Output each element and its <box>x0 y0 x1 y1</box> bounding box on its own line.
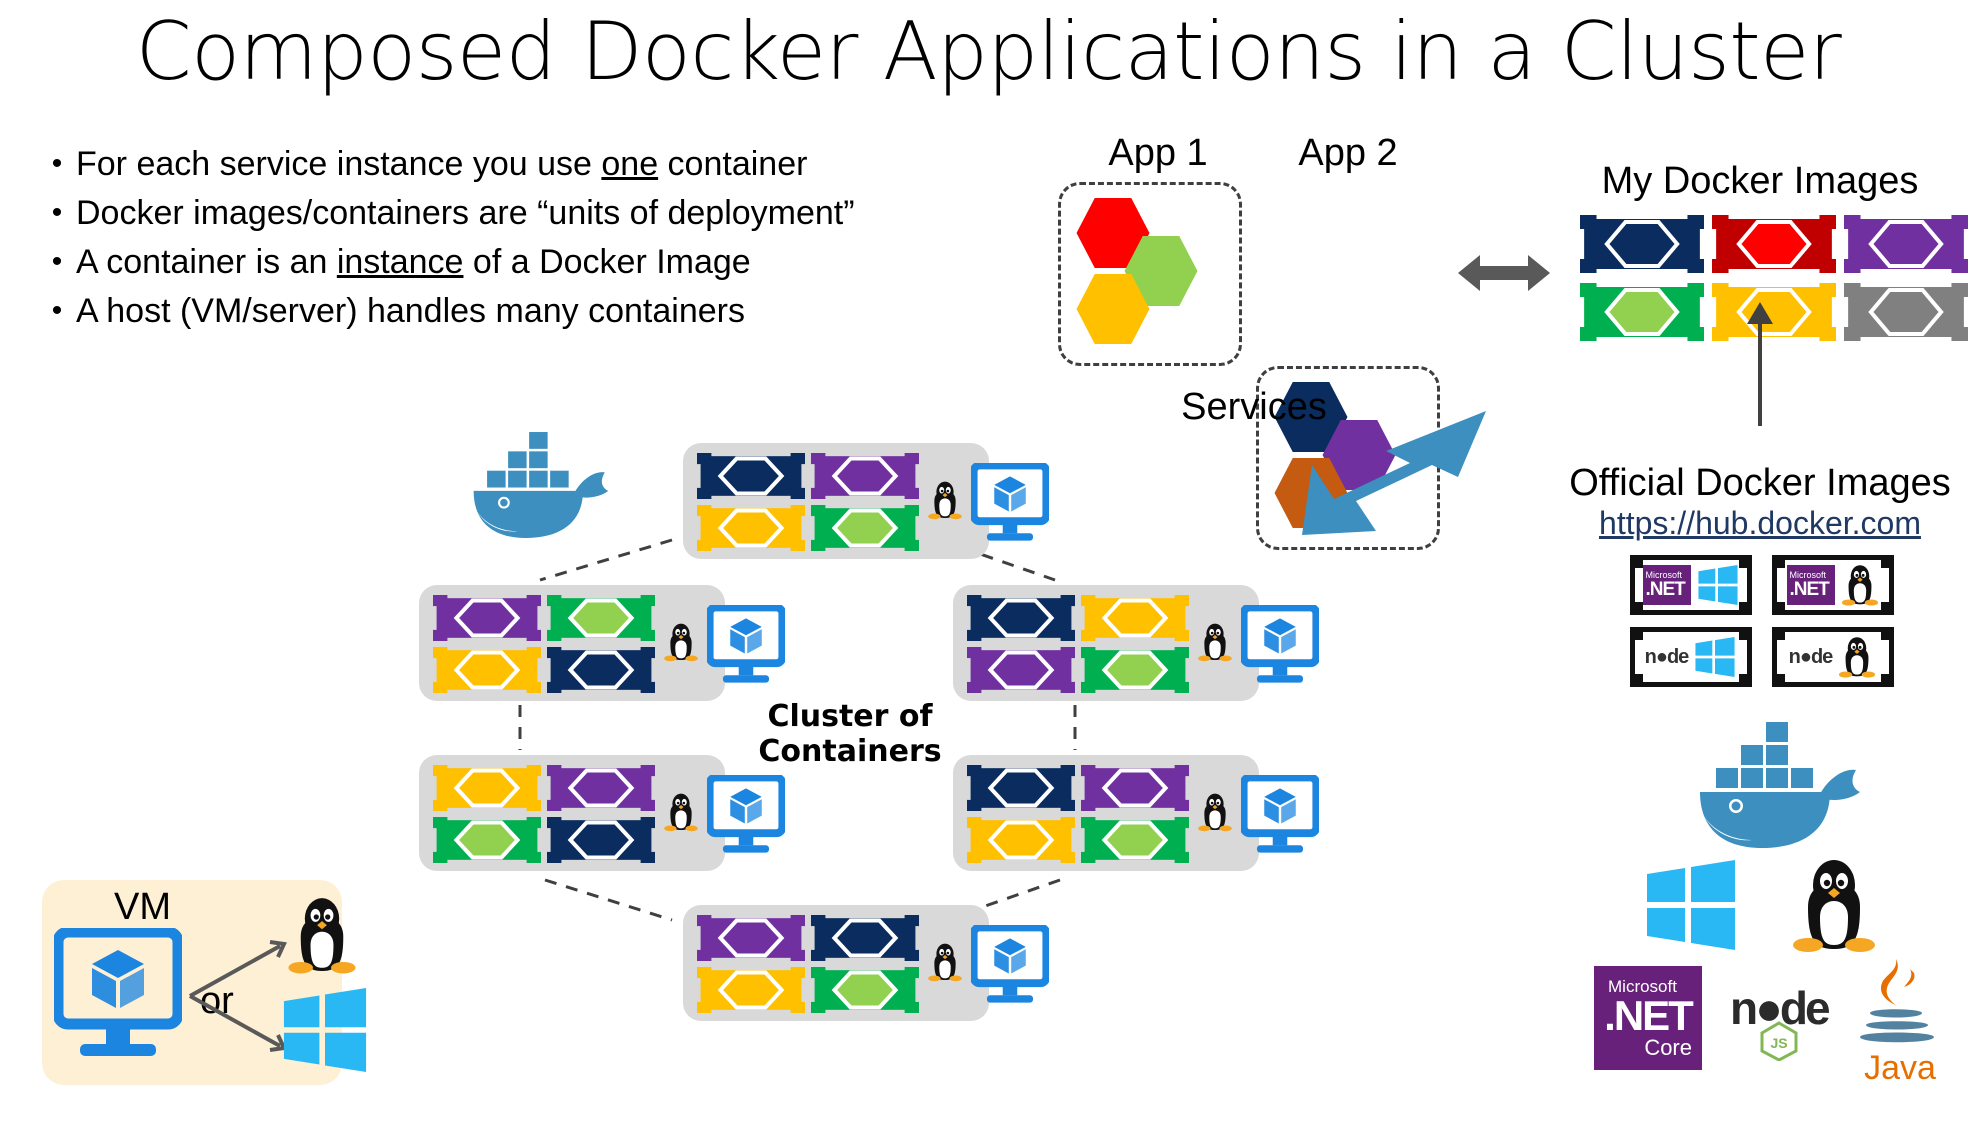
host-right-upper-container-green-3-glyph <box>1081 647 1189 693</box>
host-bottom-container-navy-1 <box>811 915 919 961</box>
host-top-container-yellow-2 <box>697 505 805 551</box>
host-left-upper-container-yellow-2-glyph <box>433 647 541 693</box>
host-bottom-container-green-3-glyph <box>811 967 919 1013</box>
host-top-container-navy-0-glyph <box>697 453 805 499</box>
host-left-lower-container-purple-1 <box>547 765 655 811</box>
host-top-linux-tux-icon <box>928 481 962 520</box>
host-left-lower-containers <box>433 765 655 863</box>
host-bottom-linux-tux-icon <box>928 943 962 982</box>
host-left-upper-container-green-1 <box>547 595 655 641</box>
host-bottom-containers <box>697 915 919 1013</box>
host-left-lower-vm-monitor-icon[interactable] <box>707 775 785 855</box>
host-left-upper-container-yellow-2 <box>433 647 541 693</box>
linux-tux-icon-legend <box>288 898 356 974</box>
host-top-container-green-3-glyph <box>811 505 919 551</box>
host-left-lower-container-yellow-0-glyph <box>433 765 541 811</box>
host-bottom-container-green-3 <box>811 967 919 1013</box>
cluster-label-line1: Cluster of <box>767 699 933 734</box>
host-top-containers <box>697 453 919 551</box>
host-right-lower-vm-monitor-icon[interactable] <box>1241 775 1319 855</box>
vm-legend-box: VM or <box>42 880 367 1085</box>
host-left-upper-container-purple-0-glyph <box>433 595 541 641</box>
host-left-upper-vm-monitor-icon[interactable] <box>707 605 785 685</box>
host-right-upper-container-navy-0-glyph <box>967 595 1075 641</box>
host-right-upper-container-navy-0 <box>967 595 1075 641</box>
host-bottom-container-yellow-2 <box>697 967 805 1013</box>
host-right-lower-container-yellow-2-glyph <box>967 817 1075 863</box>
host-right-lower-container-green-3 <box>1081 817 1189 863</box>
host-left-lower-container-navy-3 <box>547 817 655 863</box>
host-right-lower-container-green-3-glyph <box>1081 817 1189 863</box>
host-right-upper-containers <box>967 595 1189 693</box>
host-right-lower-linux-tux-icon <box>1198 793 1232 832</box>
host-right-upper[interactable] <box>953 585 1319 701</box>
host-left-upper-container-green-1-glyph <box>547 595 655 641</box>
host-right-lower-containers <box>967 765 1189 863</box>
host-right-lower-container-purple-1 <box>1081 765 1189 811</box>
host-right-lower-container-yellow-2 <box>967 817 1075 863</box>
windows-logo-icon-legend <box>283 988 367 1072</box>
host-bottom-container-purple-0 <box>697 915 805 961</box>
host-top-container-yellow-2-glyph <box>697 505 805 551</box>
host-right-lower-container-purple-1-glyph <box>1081 765 1189 811</box>
host-right-upper-container-yellow-1-glyph <box>1081 595 1189 641</box>
host-top-vm-monitor-icon[interactable] <box>971 463 1049 543</box>
host-left-upper-container-navy-3-glyph <box>547 647 655 693</box>
vm-label: VM <box>114 886 171 928</box>
host-top-container-purple-1-glyph <box>811 453 919 499</box>
host-top-container-purple-1 <box>811 453 919 499</box>
host-top-container-green-3 <box>811 505 919 551</box>
host-right-lower-container-navy-0 <box>967 765 1075 811</box>
host-right-upper-container-yellow-1 <box>1081 595 1189 641</box>
host-bottom[interactable] <box>683 905 1049 1021</box>
cluster-label: Cluster of Containers <box>735 699 965 770</box>
host-right-upper-container-purple-2 <box>967 647 1075 693</box>
host-left-upper-containers <box>433 595 655 693</box>
vm-monitor-icon <box>54 928 182 1056</box>
host-left-lower-container-purple-1-glyph <box>547 765 655 811</box>
host-left-upper-container-navy-3 <box>547 647 655 693</box>
host-left-lower-container-green-2 <box>433 817 541 863</box>
host-top-container-navy-0 <box>697 453 805 499</box>
host-bottom-container-yellow-2-glyph <box>697 967 805 1013</box>
host-left-lower-linux-tux-icon <box>664 793 698 832</box>
host-bottom-container-navy-1-glyph <box>811 915 919 961</box>
host-right-upper-container-green-3 <box>1081 647 1189 693</box>
host-right-upper-linux-tux-icon <box>1198 623 1232 662</box>
host-left-lower[interactable] <box>419 755 785 871</box>
host-left-lower-container-green-2-glyph <box>433 817 541 863</box>
host-left-lower-container-yellow-0 <box>433 765 541 811</box>
host-bottom-vm-monitor-icon[interactable] <box>971 925 1049 1005</box>
host-right-lower-container-navy-0-glyph <box>967 765 1075 811</box>
host-right-lower[interactable] <box>953 755 1319 871</box>
host-left-lower-container-navy-3-glyph <box>547 817 655 863</box>
host-right-upper-container-purple-2-glyph <box>967 647 1075 693</box>
host-right-upper-vm-monitor-icon[interactable] <box>1241 605 1319 685</box>
host-left-upper-container-purple-0 <box>433 595 541 641</box>
host-bottom-container-purple-0-glyph <box>697 915 805 961</box>
host-top[interactable] <box>683 443 1049 559</box>
host-left-upper[interactable] <box>419 585 785 701</box>
host-left-upper-linux-tux-icon <box>664 623 698 662</box>
cluster-label-line2: Containers <box>758 733 942 769</box>
